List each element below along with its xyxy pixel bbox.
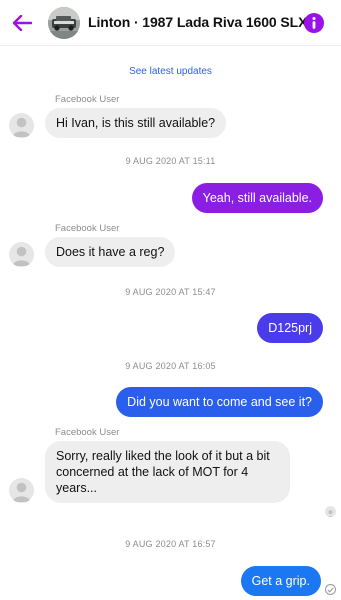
back-arrow-icon [12,15,32,31]
message-timestamp: 9 AUG 2020 AT 16:05 [125,361,216,371]
listing-thumbnail[interactable] [48,7,80,39]
message-timestamp: 9 AUG 2020 AT 15:11 [125,156,216,166]
outgoing-message[interactable]: Get a grip. [240,566,321,596]
message-timestamp: 9 AUG 2020 AT 16:57 [125,539,216,549]
back-button[interactable] [8,10,36,36]
incoming-message[interactable]: Hi Ivan, is this still available? [45,108,227,138]
message-timestamp: 9 AUG 2020 AT 15:47 [125,287,216,297]
sender-name: Facebook User [55,223,120,234]
sender-name: Facebook User [55,427,120,438]
incoming-message[interactable]: Does it have a reg? [45,237,176,267]
user-avatar[interactable] [9,113,34,138]
user-avatar[interactable] [9,242,34,267]
sender-name: Facebook User [55,94,120,105]
outgoing-message[interactable]: Yeah, still available. [191,183,323,213]
messenger-screen: Linton · 1987 Lada Riva 1600 SLX See lat… [0,0,341,600]
read-receipt-avatar [325,506,336,517]
outgoing-message[interactable]: D125prj [257,313,323,343]
user-avatar[interactable] [9,478,34,503]
info-button[interactable] [304,13,324,33]
sent-check-icon [325,584,336,595]
incoming-message[interactable]: Sorry, really liked the look of it but a… [45,441,290,503]
see-latest-updates-link[interactable]: See latest updates [0,66,341,77]
outgoing-message[interactable]: Did you want to come and see it? [116,387,323,417]
info-icon [312,17,316,29]
conversation-title: Linton · 1987 Lada Riva 1600 SLX [88,14,308,30]
conversation-header: Linton · 1987 Lada Riva 1600 SLX [0,0,341,46]
